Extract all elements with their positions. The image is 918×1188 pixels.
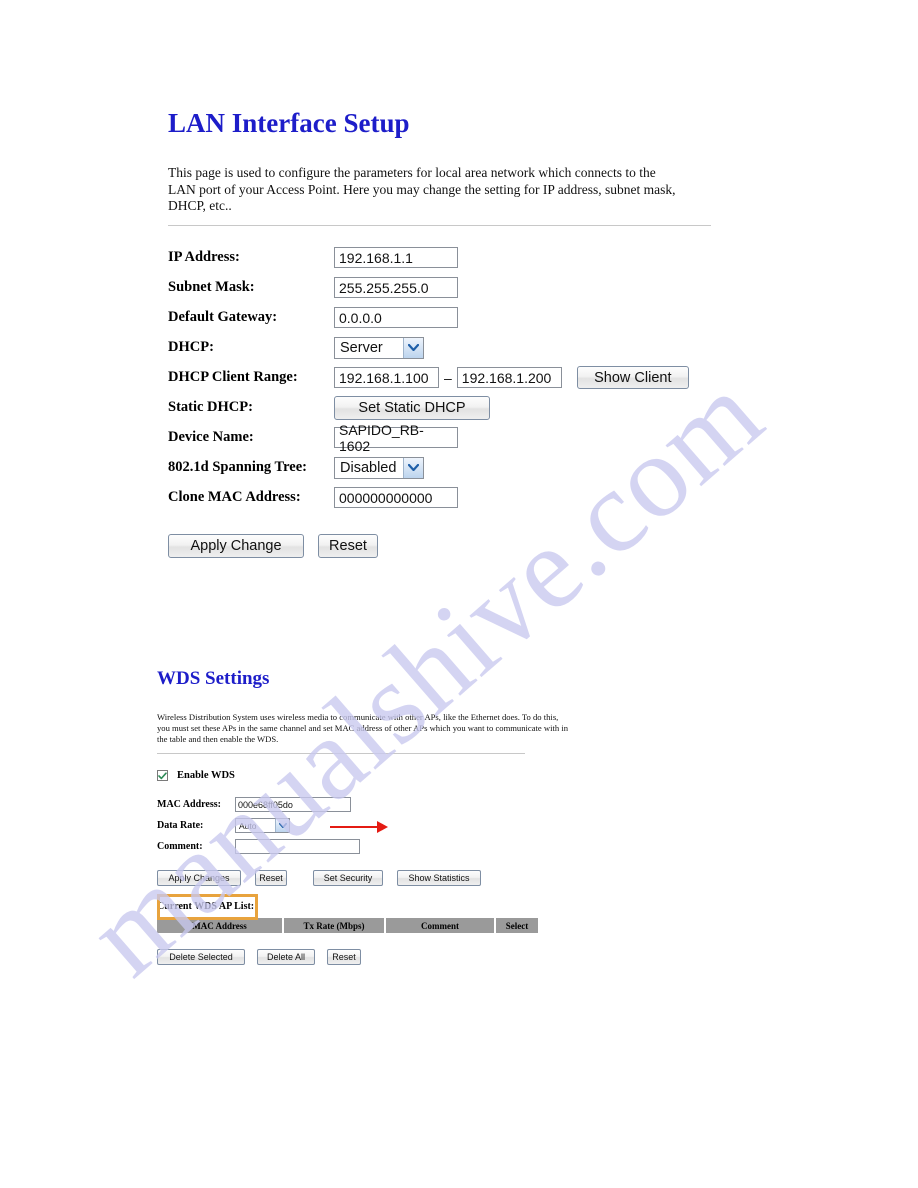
default-gateway-input[interactable]: 0.0.0.0 xyxy=(334,307,458,328)
dhcp-range-separator: – xyxy=(444,369,452,386)
wds-apply-changes-button[interactable]: Apply Changes xyxy=(157,870,241,886)
wds-list-reset-button[interactable]: Reset xyxy=(327,949,361,965)
row-ip-address: IP Address: 192.168.1.1 xyxy=(168,243,728,273)
row-default-gateway: Default Gateway: 0.0.0.0 xyxy=(168,303,728,333)
wds-comment-input[interactable] xyxy=(235,839,360,854)
row-wds-mac-address: MAC Address: 000e68ff05do xyxy=(157,794,627,815)
wds-list-button-row: Delete Selected Delete All Reset xyxy=(157,948,627,966)
wds-divider xyxy=(157,753,525,754)
show-statistics-button[interactable]: Show Statistics xyxy=(397,870,481,886)
row-static-dhcp: Static DHCP: Set Static DHCP xyxy=(168,393,728,423)
ip-address-label: IP Address: xyxy=(168,249,240,265)
row-subnet-mask: Subnet Mask: 255.255.255.0 xyxy=(168,273,728,303)
dhcp-label: DHCP: xyxy=(168,339,214,355)
enable-wds-label: Enable WDS xyxy=(177,770,235,781)
enable-wds-checkbox[interactable] xyxy=(157,770,168,781)
chevron-down-icon xyxy=(275,819,289,832)
spanning-tree-select[interactable]: Disabled xyxy=(334,456,424,479)
clone-mac-input[interactable]: 000000000000 xyxy=(334,487,458,508)
set-static-dhcp-button[interactable]: Set Static DHCP xyxy=(334,395,490,420)
dhcp-range-start-input[interactable]: 192.168.1.100 xyxy=(334,367,439,388)
static-dhcp-label: Static DHCP: xyxy=(168,399,253,415)
wds-data-rate-label: Data Rate: xyxy=(157,820,204,831)
dhcp-range-end-input[interactable]: 192.168.1.200 xyxy=(456,367,562,388)
wds-page-title: WDS Settings xyxy=(157,668,270,689)
lan-page-title: LAN Interface Setup xyxy=(168,108,410,138)
wds-form: MAC Address: 000e68ff05do Data Rate: Aut… xyxy=(157,794,627,966)
set-security-button[interactable]: Set Security xyxy=(313,870,383,886)
wds-button-row: Apply Changes Reset Set Security Show St… xyxy=(157,869,627,887)
row-spanning-tree: 802.1d Spanning Tree: Disabled xyxy=(168,453,728,483)
table-header-comment: Comment xyxy=(386,918,494,933)
wds-mac-address-label: MAC Address: xyxy=(157,799,221,810)
apply-change-button[interactable]: Apply Change xyxy=(168,533,304,558)
dhcp-client-range-label: DHCP Client Range: xyxy=(168,369,298,385)
enable-wds-row[interactable]: Enable WDS xyxy=(157,770,627,781)
default-gateway-label: Default Gateway: xyxy=(168,309,278,325)
red-annotation-arrow xyxy=(330,821,388,833)
row-wds-comment: Comment: xyxy=(157,836,627,857)
table-header-tx-rate: Tx Rate (Mbps) xyxy=(284,918,384,933)
wds-reset-button[interactable]: Reset xyxy=(255,870,287,886)
row-dhcp: DHCP: Server xyxy=(168,333,728,363)
table-header-mac-address: MAC Address xyxy=(157,918,282,933)
wds-data-rate-value: Auto xyxy=(239,820,257,831)
wds-data-rate-select[interactable]: Auto xyxy=(235,818,290,833)
chevron-down-icon xyxy=(403,457,423,478)
dhcp-select[interactable]: Server xyxy=(334,336,424,359)
lan-interface-setup-section: LAN Interface Setup This page is used to… xyxy=(168,108,728,561)
lan-form: IP Address: 192.168.1.1 Subnet Mask: 255… xyxy=(168,243,728,561)
delete-selected-button[interactable]: Delete Selected xyxy=(157,949,245,965)
wds-mac-address-input[interactable]: 000e68ff05do xyxy=(235,797,351,812)
table-header-select: Select xyxy=(496,918,538,933)
manual-page: manualshive.com LAN Interface Setup This… xyxy=(0,0,918,1188)
spanning-tree-label: 802.1d Spanning Tree: xyxy=(168,459,307,475)
device-name-input[interactable]: SAPIDO_RB-1602 xyxy=(334,422,458,454)
check-icon xyxy=(158,771,167,779)
row-wds-data-rate: Data Rate: Auto xyxy=(157,815,627,836)
wds-ap-list-table: MAC Address Tx Rate (Mbps) Comment Selec… xyxy=(157,918,627,933)
ip-address-input[interactable]: 192.168.1.1 xyxy=(334,247,458,268)
chevron-down-icon xyxy=(403,337,423,358)
wds-comment-label: Comment: xyxy=(157,841,203,852)
reset-button[interactable]: Reset xyxy=(318,533,378,558)
device-name-label: Device Name: xyxy=(168,429,254,445)
clone-mac-label: Clone MAC Address: xyxy=(168,489,301,505)
show-client-button[interactable]: Show Client xyxy=(576,366,689,389)
apply-changes-highlight-box xyxy=(157,894,258,920)
subnet-mask-input[interactable]: 255.255.255.0 xyxy=(334,277,458,298)
lan-description: This page is used to configure the param… xyxy=(168,165,676,213)
lan-button-row: Apply Change Reset xyxy=(168,531,728,561)
wds-description: Wireless Distribution System uses wirele… xyxy=(157,712,569,744)
subnet-mask-label: Subnet Mask: xyxy=(168,279,255,295)
dhcp-select-value: Server xyxy=(340,339,383,356)
spanning-tree-select-value: Disabled xyxy=(340,459,397,476)
row-clone-mac: Clone MAC Address: 000000000000 xyxy=(168,483,728,513)
delete-all-button[interactable]: Delete All xyxy=(257,949,315,965)
row-dhcp-client-range: DHCP Client Range: 192.168.1.100 – 192.1… xyxy=(168,363,728,393)
wds-settings-section: WDS Settings Wireless Distribution Syste… xyxy=(157,668,627,966)
row-device-name: Device Name: SAPIDO_RB-1602 xyxy=(168,422,728,454)
lan-divider xyxy=(168,224,711,226)
